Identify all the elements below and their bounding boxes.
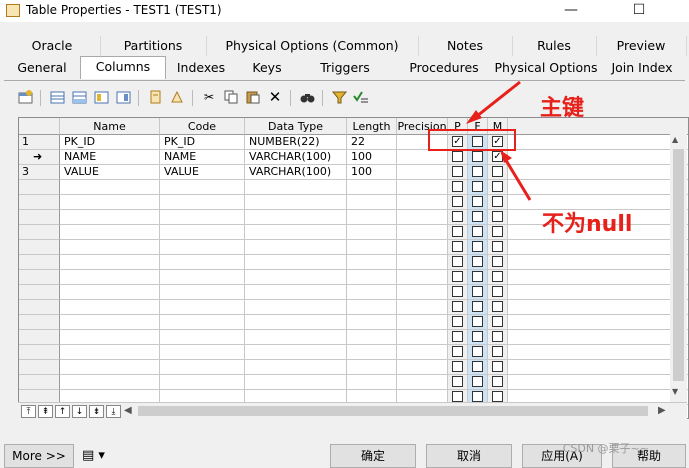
watermark: CSDN @栗子~~ xyxy=(562,442,649,455)
arrowhead-m xyxy=(500,150,512,163)
annotation-arrows xyxy=(466,80,532,201)
arrow-to-m xyxy=(502,156,532,201)
